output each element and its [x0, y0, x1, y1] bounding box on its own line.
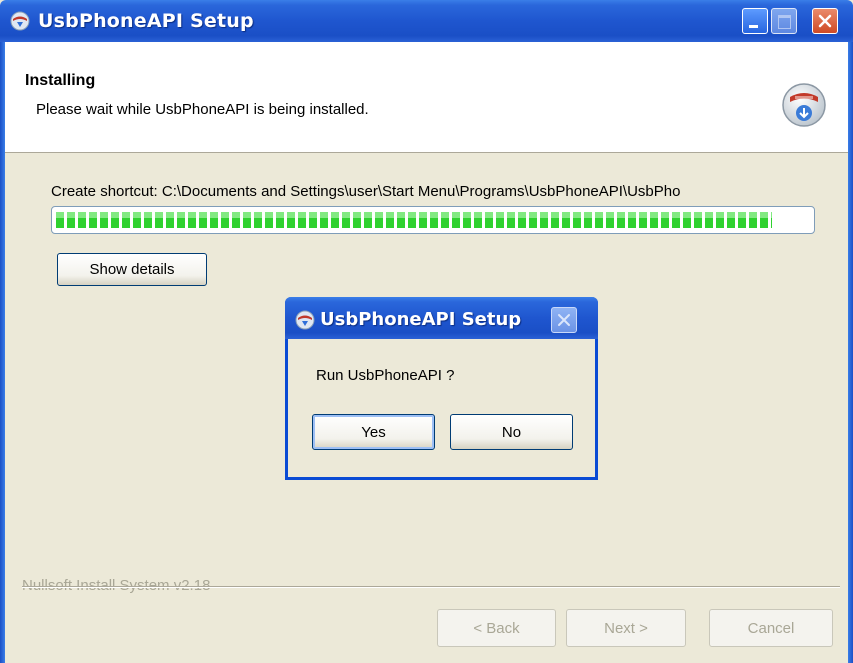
show-details-button[interactable]: Show details	[57, 253, 207, 286]
page-subtitle: Please wait while UsbPhoneAPI is being i…	[36, 101, 369, 118]
maximize-button[interactable]	[771, 8, 797, 34]
install-disc-icon	[782, 83, 826, 127]
dialog-title: UsbPhoneAPI Setup	[320, 309, 522, 330]
minimize-button[interactable]	[742, 8, 768, 34]
close-icon	[818, 14, 832, 28]
window-border-right	[848, 42, 853, 663]
dialog-close-button[interactable]	[551, 307, 577, 333]
install-progress-bar	[51, 206, 815, 234]
run-confirm-dialog: UsbPhoneAPI Setup Run UsbPhoneAPI ? Yes …	[285, 297, 598, 480]
page-title: Installing	[25, 72, 96, 89]
cancel-button[interactable]: Cancel	[709, 609, 833, 647]
window-title: UsbPhoneAPI Setup	[38, 10, 254, 32]
page-header: Installing Please wait while UsbPhoneAPI…	[5, 42, 848, 153]
back-button[interactable]: < Back	[437, 609, 556, 647]
close-button[interactable]	[812, 8, 838, 34]
dialog-titlebar[interactable]: UsbPhoneAPI Setup	[285, 297, 598, 339]
progress-status-text: Create shortcut: C:\Documents and Settin…	[51, 183, 681, 200]
progress-bar-fill	[56, 212, 772, 228]
installer-globe-icon	[10, 11, 30, 31]
dialog-message: Run UsbPhoneAPI ?	[316, 367, 455, 384]
no-button[interactable]: No	[450, 414, 573, 450]
installer-window: UsbPhoneAPI Setup Installing Please wait…	[0, 0, 853, 663]
close-icon	[558, 314, 570, 326]
window-titlebar[interactable]: UsbPhoneAPI Setup	[0, 0, 853, 42]
next-button[interactable]: Next >	[566, 609, 686, 647]
installer-globe-icon	[295, 310, 315, 330]
footer-divider	[22, 586, 840, 588]
yes-button[interactable]: Yes	[312, 414, 435, 450]
